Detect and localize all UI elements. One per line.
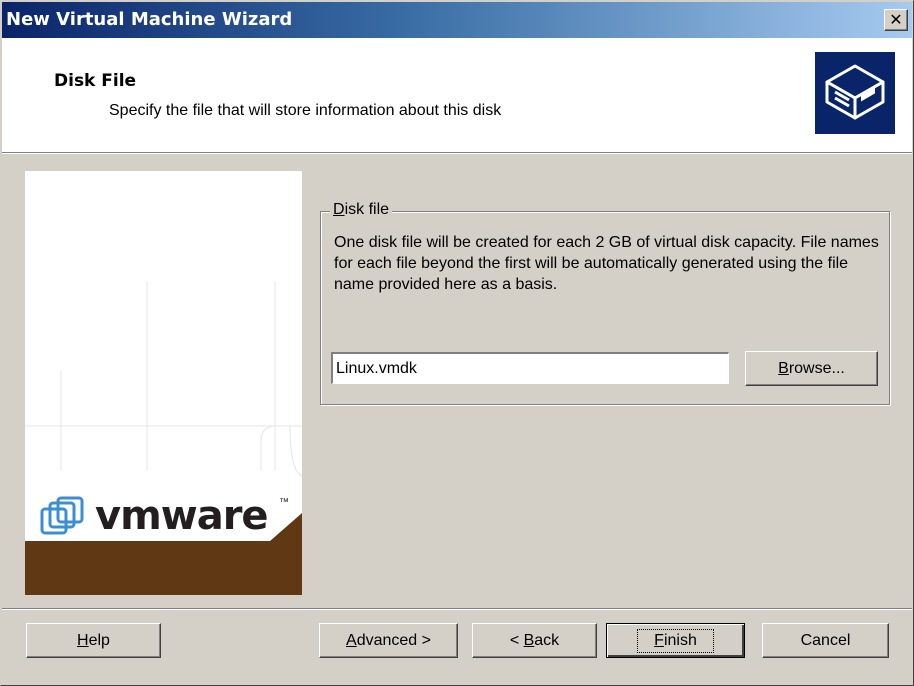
page-title: Disk File xyxy=(54,71,137,91)
vmware-banner: vmware ™ xyxy=(25,171,302,595)
finish-button[interactable]: Finish xyxy=(606,623,745,658)
browse-button[interactable]: Browse... xyxy=(745,351,878,386)
vmware-logo-icon xyxy=(40,496,84,535)
title-bar[interactable]: New Virtual Machine Wizard ✕ xyxy=(2,2,912,38)
window-title: New Virtual Machine Wizard xyxy=(6,9,293,30)
disk-file-group-label: Disk file xyxy=(330,201,393,219)
close-icon: ✕ xyxy=(889,10,903,29)
close-button[interactable]: ✕ xyxy=(884,9,908,31)
disk-file-name-input[interactable] xyxy=(331,352,729,384)
footer-separator xyxy=(2,608,912,610)
cancel-button[interactable]: Cancel xyxy=(762,623,889,658)
disk-file-description: One disk file will be created for each 2… xyxy=(334,234,879,293)
advanced-button[interactable]: Advanced > xyxy=(319,623,458,658)
vmware-logo: vmware ™ xyxy=(39,493,299,543)
back-button[interactable]: < Back xyxy=(472,623,597,658)
page-subtitle: Specify the file that will store informa… xyxy=(109,102,502,119)
header-separator xyxy=(2,152,912,154)
wizard-header: Disk File Specify the file that will sto… xyxy=(2,38,912,152)
disk-drive-icon xyxy=(815,52,895,134)
vmware-logo-text: vmware xyxy=(95,493,269,539)
finish-focus-ring: Finish xyxy=(637,628,714,653)
help-button[interactable]: Help xyxy=(26,623,161,658)
wizard-window: New Virtual Machine Wizard ✕ Disk File S… xyxy=(0,0,914,686)
trademark-mark: ™ xyxy=(279,497,289,508)
